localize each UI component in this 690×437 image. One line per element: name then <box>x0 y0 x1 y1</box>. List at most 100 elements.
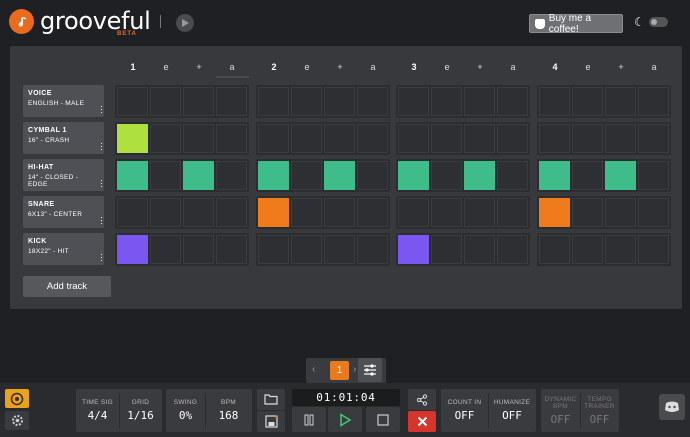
play-logo-icon[interactable] <box>176 14 194 32</box>
step-cell[interactable] <box>258 124 289 153</box>
step-cell[interactable] <box>431 198 462 227</box>
step-cell[interactable] <box>464 161 495 190</box>
step-cell[interactable] <box>464 235 495 264</box>
step-cell[interactable] <box>216 198 247 227</box>
tempo-trainer-control[interactable]: TEMPO TRAINER OFF <box>580 389 619 432</box>
step-cell[interactable] <box>497 161 528 190</box>
step-cell[interactable] <box>117 87 148 116</box>
step-cell[interactable] <box>539 235 570 264</box>
step-cell[interactable] <box>324 198 355 227</box>
track-menu-icon[interactable]: · · · <box>100 176 103 191</box>
step-cell[interactable] <box>398 198 429 227</box>
folder-icon[interactable] <box>257 389 285 410</box>
step-cell[interactable] <box>117 161 148 190</box>
grid-control[interactable]: GRID 1/16 <box>119 389 162 432</box>
step-cell[interactable] <box>572 87 603 116</box>
track-menu-icon[interactable]: · · · <box>100 139 103 154</box>
track-label-kick[interactable]: KICK 18X22" - HIT · · · <box>23 233 104 265</box>
step-cell[interactable] <box>216 235 247 264</box>
step-cell[interactable] <box>357 198 388 227</box>
step-cell[interactable] <box>183 161 214 190</box>
step-cell[interactable] <box>258 87 289 116</box>
count-in-control[interactable]: COUNT IN OFF <box>441 389 488 432</box>
step-cell[interactable] <box>638 161 669 190</box>
step-cell[interactable] <box>324 161 355 190</box>
step-cell[interactable] <box>464 124 495 153</box>
step-cell[interactable] <box>572 235 603 264</box>
save-icon[interactable] <box>257 411 285 432</box>
step-cell[interactable] <box>150 235 181 264</box>
step-cell[interactable] <box>357 161 388 190</box>
play-button[interactable] <box>328 407 362 432</box>
step-cell[interactable] <box>324 235 355 264</box>
step-cell[interactable] <box>605 87 636 116</box>
step-cell[interactable] <box>150 87 181 116</box>
step-cell[interactable] <box>216 87 247 116</box>
step-cell[interactable] <box>464 87 495 116</box>
share-icon[interactable] <box>408 389 436 410</box>
step-cell[interactable] <box>258 161 289 190</box>
step-cell[interactable] <box>572 198 603 227</box>
step-cell[interactable] <box>150 124 181 153</box>
step-cell[interactable] <box>324 87 355 116</box>
track-label-voice[interactable]: VOICE ENGLISH - MALE · · · <box>23 85 104 117</box>
step-cell[interactable] <box>539 124 570 153</box>
step-cell[interactable] <box>216 161 247 190</box>
step-cell[interactable] <box>497 124 528 153</box>
step-cell[interactable] <box>183 198 214 227</box>
bpm-control[interactable]: BPM 168 <box>205 389 252 432</box>
step-cell[interactable] <box>357 87 388 116</box>
pause-button[interactable] <box>292 407 326 432</box>
step-cell[interactable] <box>183 235 214 264</box>
discord-icon[interactable] <box>659 394 685 420</box>
step-cell[interactable] <box>638 124 669 153</box>
step-cell[interactable] <box>605 235 636 264</box>
step-cell[interactable] <box>357 124 388 153</box>
step-cell[interactable] <box>150 198 181 227</box>
step-cell[interactable] <box>398 161 429 190</box>
step-cell[interactable] <box>572 124 603 153</box>
step-cell[interactable] <box>497 235 528 264</box>
step-cell[interactable] <box>117 124 148 153</box>
step-cell[interactable] <box>431 87 462 116</box>
step-cell[interactable] <box>539 161 570 190</box>
track-label-hi-hat[interactable]: HI-HAT 14" - CLOSED - EDGE · · · <box>23 159 104 191</box>
track-menu-icon[interactable]: · · · <box>100 250 103 265</box>
humanize-control[interactable]: HUMANIZE OFF <box>488 389 536 432</box>
step-cell[interactable] <box>497 198 528 227</box>
step-cell[interactable] <box>398 124 429 153</box>
step-cell[interactable] <box>291 198 322 227</box>
step-cell[interactable] <box>291 87 322 116</box>
next-page-button[interactable]: › <box>353 364 356 375</box>
gear-icon[interactable] <box>5 411 29 430</box>
step-cell[interactable] <box>258 235 289 264</box>
step-cell[interactable] <box>117 235 148 264</box>
step-cell[interactable] <box>150 161 181 190</box>
step-cell[interactable] <box>539 87 570 116</box>
step-cell[interactable] <box>291 124 322 153</box>
add-track-button[interactable]: Add track <box>23 276 111 297</box>
track-menu-icon[interactable]: · · · <box>100 213 103 228</box>
step-cell[interactable] <box>539 198 570 227</box>
track-label-cymbal-1[interactable]: CYMBAL 1 16" - CRASH · · · <box>23 122 104 154</box>
step-cell[interactable] <box>117 198 148 227</box>
step-cell[interactable] <box>605 198 636 227</box>
logo-icon[interactable] <box>9 9 34 34</box>
close-icon[interactable] <box>408 411 436 432</box>
step-cell[interactable] <box>398 87 429 116</box>
step-cell[interactable] <box>605 161 636 190</box>
dynamic-bpm-control[interactable]: DYNAMIC BPM OFF <box>541 389 580 432</box>
step-cell[interactable] <box>638 235 669 264</box>
step-cell[interactable] <box>291 161 322 190</box>
step-cell[interactable] <box>638 198 669 227</box>
step-cell[interactable] <box>497 87 528 116</box>
step-cell[interactable] <box>431 161 462 190</box>
step-cell[interactable] <box>431 124 462 153</box>
track-menu-icon[interactable]: · · · <box>100 102 103 117</box>
step-cell[interactable] <box>464 198 495 227</box>
step-cell[interactable] <box>605 124 636 153</box>
step-cell[interactable] <box>183 87 214 116</box>
step-cell[interactable] <box>357 235 388 264</box>
page-1-button[interactable]: 1 <box>330 361 349 380</box>
track-label-snare[interactable]: SNARE 6X13" - CENTER · · · <box>23 196 104 228</box>
